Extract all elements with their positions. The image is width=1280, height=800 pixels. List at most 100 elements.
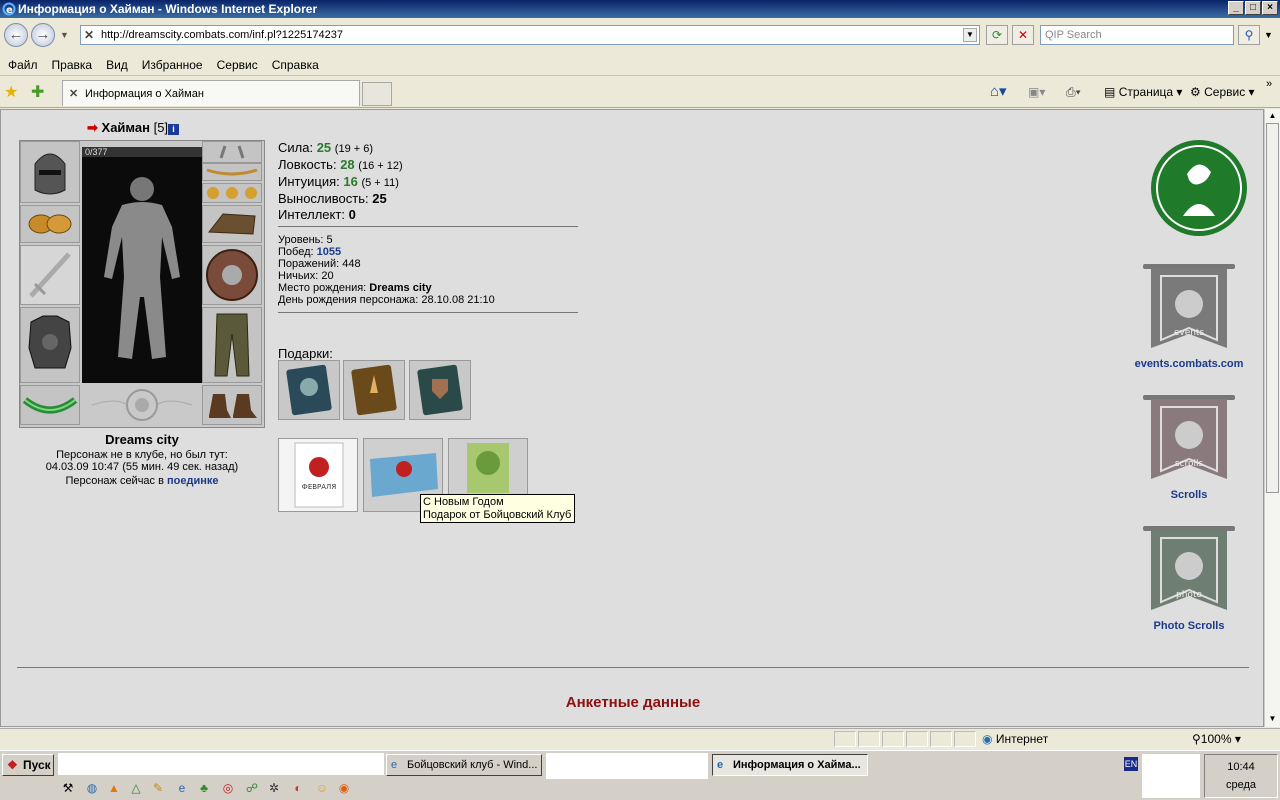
back-button[interactable]: ← xyxy=(4,23,28,47)
task-fight-club[interactable]: e Бойцовский клуб - Wind... xyxy=(386,754,542,776)
search-options-icon[interactable]: ▼ xyxy=(1264,30,1273,40)
detail-level: Уровень: 5 xyxy=(278,234,495,246)
menu-favorites[interactable]: Избранное xyxy=(135,54,210,76)
shield-slot[interactable] xyxy=(202,245,262,305)
ie-task-icon: e xyxy=(717,759,724,771)
detail-value: 20 xyxy=(321,270,334,282)
book-icon xyxy=(417,364,463,416)
start-button[interactable]: ❖ Пуск xyxy=(2,754,54,776)
gloves-slot[interactable] xyxy=(202,205,262,243)
forward-button[interactable]: → xyxy=(31,23,55,47)
character-doll: 0/377 xyxy=(19,140,265,428)
wins-link[interactable]: 1055 xyxy=(317,246,341,258)
scrolls-link[interactable]: Scrolls xyxy=(1119,489,1259,501)
ie-icon: e xyxy=(2,2,16,16)
address-dropdown-icon[interactable]: ▼ xyxy=(963,28,977,42)
weapon-slot[interactable] xyxy=(20,245,80,305)
history-dropdown-icon[interactable]: ▼ xyxy=(60,30,69,40)
app-icon[interactable]: ◐ xyxy=(290,780,306,796)
stop-button[interactable]: ✕ xyxy=(1012,25,1034,45)
feeds-icon[interactable]: ▣▾ xyxy=(1028,82,1045,102)
menu-tools[interactable]: Сервис xyxy=(210,54,265,76)
events-link[interactable]: events.combats.com xyxy=(1119,358,1259,370)
battle-link[interactable]: поединке xyxy=(167,475,219,487)
scroll-up-icon[interactable]: ▲ xyxy=(1266,109,1279,122)
earrings-slot[interactable] xyxy=(202,141,262,163)
clock[interactable]: 10:44 среда xyxy=(1204,754,1278,798)
zone-label: Интернет xyxy=(995,732,1049,746)
app-icon[interactable]: ✲ xyxy=(266,780,282,796)
gift-book-blue[interactable] xyxy=(278,360,340,420)
detail-label: Уровень: xyxy=(278,234,324,246)
gift-card-february[interactable]: ФЕВРАЛЯ xyxy=(278,438,358,512)
tools-icon[interactable]: ⚒ xyxy=(60,780,76,796)
app-icon[interactable]: ♣ xyxy=(196,780,212,796)
address-input[interactable]: ✕ http://dreamscity.combats.com/inf.pl?1… xyxy=(80,25,980,45)
opera-icon[interactable]: ◎ xyxy=(220,780,236,796)
info-icon[interactable]: i xyxy=(168,124,180,135)
gift-book-green[interactable] xyxy=(409,360,471,420)
menu-bar: Файл Правка Вид Избранное Сервис Справка xyxy=(0,54,1280,76)
print-icon[interactable]: ⎙▾ xyxy=(1066,82,1081,102)
page-icon: ▤ xyxy=(1104,85,1116,99)
photo-scrolls-link[interactable]: Photo Scrolls xyxy=(1119,620,1259,632)
amulet-slot[interactable] xyxy=(202,163,262,181)
stat-label: Интуиция: xyxy=(278,174,340,189)
minimize-button[interactable]: _ xyxy=(1228,1,1244,15)
armor-slot[interactable] xyxy=(20,307,80,383)
menu-edit[interactable]: Правка xyxy=(45,54,100,76)
belt-slot[interactable] xyxy=(20,385,80,425)
vlc-icon[interactable]: ▲ xyxy=(106,780,122,796)
section-divider xyxy=(17,667,1249,668)
scroll-thumb[interactable] xyxy=(1266,123,1279,493)
language-indicator[interactable]: EN xyxy=(1124,757,1138,771)
chevron-more-icon[interactable]: » xyxy=(1266,78,1272,90)
globe-icon: ◉ xyxy=(982,732,993,746)
tooltip-line-1: С Новым Годом xyxy=(423,496,504,508)
add-favorite-icon[interactable]: ✚ xyxy=(31,82,44,102)
pants-slot[interactable] xyxy=(202,307,262,383)
app-icon[interactable]: ◍ xyxy=(84,780,100,796)
boots-slot[interactable] xyxy=(202,385,262,425)
favorites-star-icon[interactable]: ★ xyxy=(4,82,18,102)
events-banner-icon[interactable]: events xyxy=(1139,262,1239,357)
home-icon[interactable]: ⌂▾ xyxy=(990,82,1007,102)
stat-value: 25 xyxy=(316,140,332,155)
tools-menu[interactable]: ⚙ Сервис ▾ xyxy=(1190,82,1255,102)
photo-banner-icon[interactable]: photo xyxy=(1139,524,1239,619)
tab-active[interactable]: ✕ Информация о Хайман xyxy=(62,80,360,106)
tab-toolbar: ★ ✚ ✕ Информация о Хайман ⌂▾ ▣▾ ⎙▾ ▤ Стр… xyxy=(0,76,1280,108)
search-input[interactable]: QIP Search xyxy=(1040,25,1234,45)
ie-quicklaunch-icon[interactable]: e xyxy=(174,780,190,796)
scroll-down-icon[interactable]: ▼ xyxy=(1266,712,1279,725)
detail-value: Dreams city xyxy=(369,282,432,294)
menu-help[interactable]: Справка xyxy=(265,54,326,76)
helmet-slot[interactable] xyxy=(20,141,80,203)
close-window-button[interactable]: × xyxy=(1262,1,1278,15)
zoom-control[interactable]: ⚲100% ▾ xyxy=(1192,729,1241,749)
app-icon[interactable]: ☺ xyxy=(314,780,330,796)
search-icon[interactable]: ⚲ xyxy=(1238,25,1260,45)
network-icon[interactable]: ☍ xyxy=(244,780,260,796)
tooltip-line-2: Подарок от Бойцовский Клуб xyxy=(423,509,572,521)
rings-slot[interactable] xyxy=(202,183,262,203)
firefox-icon[interactable]: ◉ xyxy=(336,780,352,796)
bracers-slot[interactable] xyxy=(20,205,80,243)
refresh-button[interactable]: ⟳ xyxy=(986,25,1008,45)
task-character-info[interactable]: e Информация о Хайма... xyxy=(712,754,868,776)
new-tab-button[interactable] xyxy=(362,82,392,106)
menu-file[interactable]: Файл xyxy=(1,54,45,76)
stat-label: Сила: xyxy=(278,140,314,155)
stat-strength: Сила: 25 (19 + 6) xyxy=(278,140,403,157)
gift-book-gold[interactable] xyxy=(343,360,405,420)
scrolls-banner-icon[interactable]: scrolls xyxy=(1139,393,1239,488)
arrow-right-icon[interactable]: ➡ xyxy=(87,120,98,135)
page-menu[interactable]: ▤ Страница ▾ xyxy=(1104,82,1182,102)
app-icon[interactable]: △ xyxy=(128,780,144,796)
detail-label: Поражений: xyxy=(278,258,340,270)
club-logo-icon[interactable] xyxy=(1149,138,1249,238)
vertical-scrollbar[interactable]: ▲ ▼ xyxy=(1264,109,1280,727)
maximize-button[interactable]: □ xyxy=(1245,1,1261,15)
app-icon[interactable]: ✎ xyxy=(150,780,166,796)
menu-view[interactable]: Вид xyxy=(99,54,135,76)
